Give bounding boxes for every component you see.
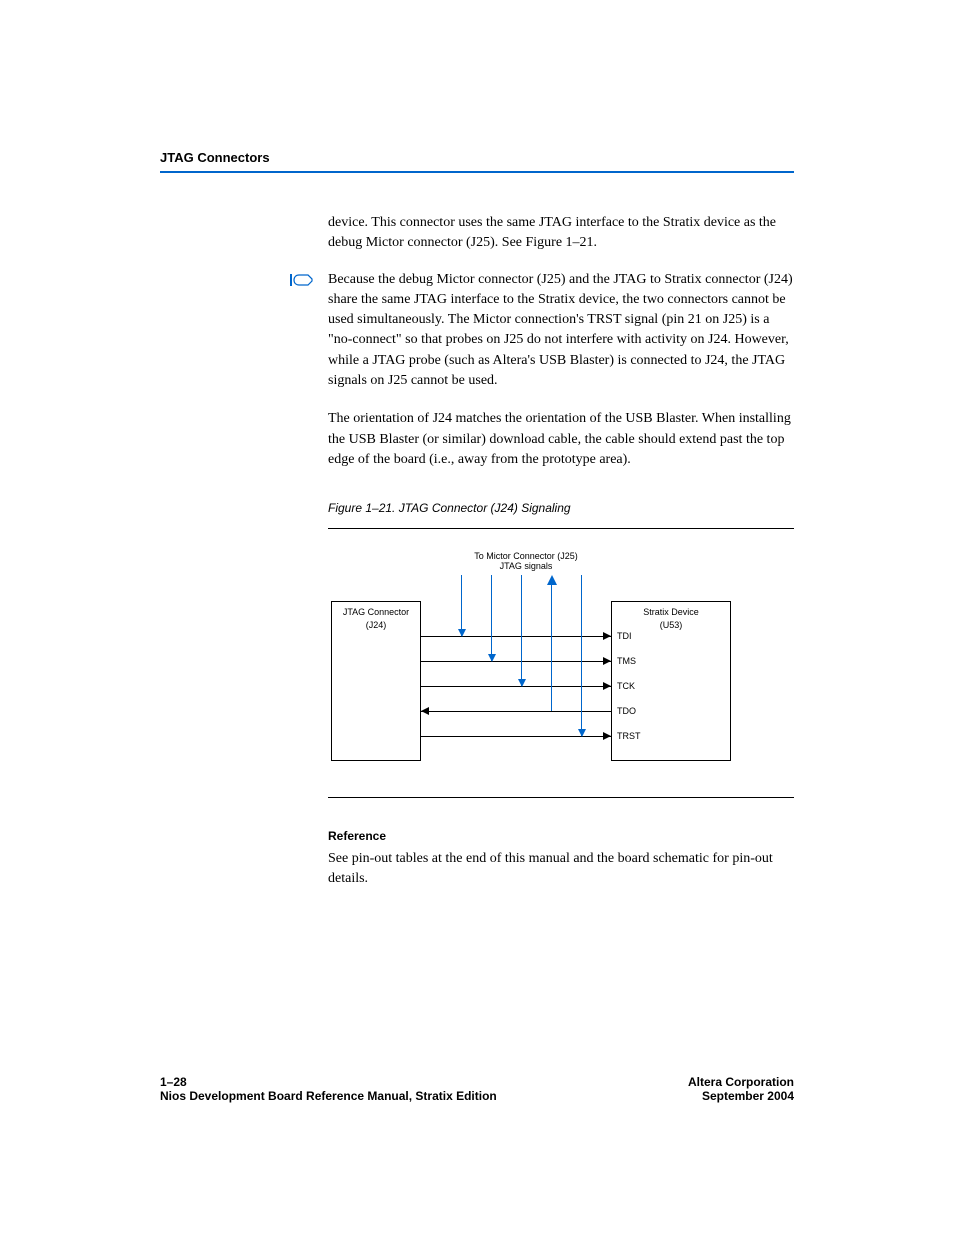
stratix-box-line1: Stratix Device xyxy=(643,607,699,617)
jtag-signaling-diagram: To Mictor Connector (J25) JTAG signals J… xyxy=(331,551,791,771)
mictor-label-line2: JTAG signals xyxy=(500,561,553,571)
arrow-down-icon xyxy=(578,729,586,737)
footer-right: Altera Corporation September 2004 xyxy=(688,1075,794,1103)
jtag-box-line1: JTAG Connector xyxy=(343,607,409,617)
signal-line xyxy=(421,686,611,687)
signal-label-trst: TRST xyxy=(617,730,641,743)
reference-heading: Reference xyxy=(328,828,794,845)
reference-body: See pin-out tables at the end of this ma… xyxy=(328,849,794,890)
signal-label-tdi: TDI xyxy=(617,630,632,643)
stratix-box-line2: (U53) xyxy=(660,620,683,630)
arrow-left-icon xyxy=(421,707,429,715)
blue-connector xyxy=(551,583,552,711)
blue-connector xyxy=(521,575,522,686)
mictor-label: To Mictor Connector (J25) JTAG signals xyxy=(451,551,601,573)
footer-doc-title: Nios Development Board Reference Manual,… xyxy=(160,1089,497,1103)
footer-date: September 2004 xyxy=(702,1089,794,1103)
note-hand-icon xyxy=(290,272,316,295)
arrow-right-icon xyxy=(603,657,611,665)
arrow-down-icon xyxy=(518,679,526,687)
figure-frame: To Mictor Connector (J25) JTAG signals J… xyxy=(328,528,794,798)
arrow-right-icon xyxy=(603,732,611,740)
section-title: JTAG Connectors xyxy=(160,150,270,165)
body-column: device. This connector uses the same JTA… xyxy=(328,213,794,890)
arrow-right-icon xyxy=(603,632,611,640)
signal-label-tms: TMS xyxy=(617,655,636,668)
footer-left: 1–28 Nios Development Board Reference Ma… xyxy=(160,1075,497,1103)
note-text: Because the debug Mictor connector (J25)… xyxy=(328,272,793,388)
signal-line xyxy=(421,636,611,637)
note-block: Because the debug Mictor connector (J25)… xyxy=(328,270,794,392)
blue-connector xyxy=(581,575,582,736)
jtag-connector-box: JTAG Connector (J24) xyxy=(331,601,421,761)
paragraph-continuation: device. This connector uses the same JTA… xyxy=(328,213,794,254)
figure-title: Figure 1–21. JTAG Connector (J24) Signal… xyxy=(328,500,794,517)
signal-line xyxy=(421,711,611,712)
jtag-box-line2: (J24) xyxy=(366,620,387,630)
arrow-down-icon xyxy=(458,629,466,637)
footer-company: Altera Corporation xyxy=(688,1075,794,1089)
page-footer: 1–28 Nios Development Board Reference Ma… xyxy=(160,1075,794,1103)
arrow-right-icon xyxy=(603,682,611,690)
signal-label-tck: TCK xyxy=(617,680,635,693)
blue-connector xyxy=(491,575,492,661)
paragraph-orientation: The orientation of J24 matches the orien… xyxy=(328,409,794,470)
arrow-down-icon xyxy=(488,654,496,662)
footer-page-number: 1–28 xyxy=(160,1075,187,1089)
signal-line xyxy=(421,661,611,662)
blue-connector xyxy=(461,575,462,636)
signal-label-tdo: TDO xyxy=(617,705,636,718)
arrow-up-icon xyxy=(547,575,557,585)
mictor-label-line1: To Mictor Connector (J25) xyxy=(474,551,578,561)
section-header: JTAG Connectors xyxy=(160,150,794,173)
